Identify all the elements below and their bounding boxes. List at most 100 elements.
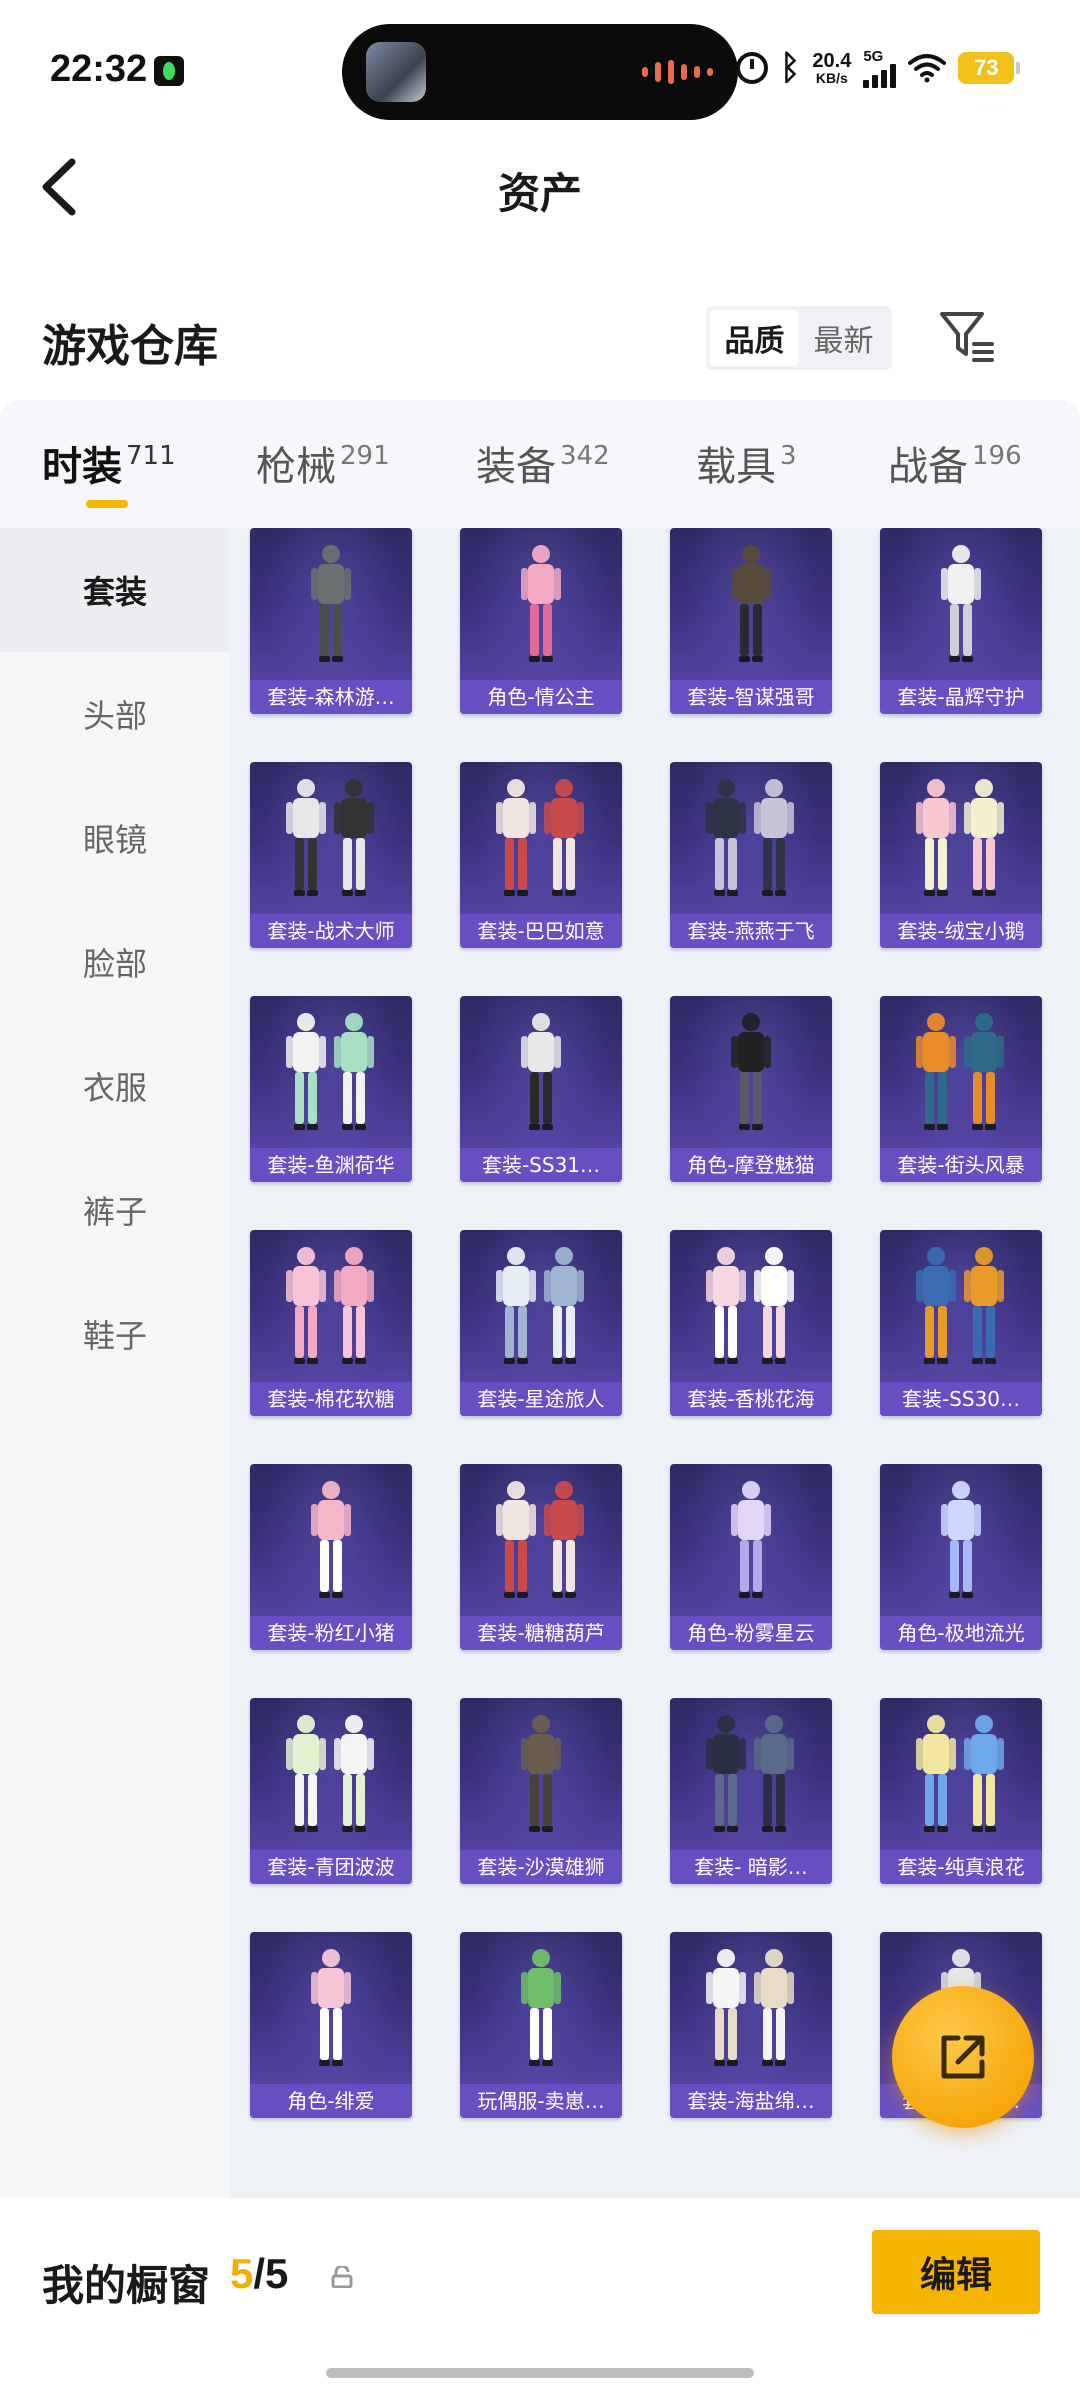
item-card[interactable]: 套装-沙漠雄狮 [460, 1698, 622, 1884]
outfit-thumbnail [311, 545, 351, 662]
item-label: 套装-粉红小猪 [250, 1616, 412, 1650]
item-card[interactable]: 套装-SS30… [880, 1230, 1042, 1416]
outfit-thumbnail [706, 1715, 794, 1832]
outfit-thumbnail [731, 1013, 771, 1130]
sort-toggle: 品质 最新 [706, 306, 892, 370]
side-item-shoes[interactable]: 鞋子 [0, 1272, 230, 1396]
side-nav: 套装 头部 眼镜 脸部 衣服 裤子 鞋子 [0, 528, 230, 2198]
tab-guns[interactable]: 枪械 291 [256, 434, 390, 492]
item-label: 套装-森林游… [250, 680, 412, 714]
share-button[interactable] [892, 1986, 1034, 2128]
showcase-current: 5 [230, 2250, 254, 2297]
page-title: 资产 [497, 169, 582, 218]
item-card[interactable]: 套装-星途旅人 [460, 1230, 622, 1416]
tab-label: 装备 [476, 444, 556, 490]
item-label: 套装-晶辉守护 [880, 680, 1042, 714]
tab-combat-gear[interactable]: 战备 196 [888, 434, 1022, 492]
item-card[interactable]: 套装-青团波波 [250, 1698, 412, 1884]
item-label: 套装-街头风暴 [880, 1148, 1042, 1182]
active-tab-indicator [86, 500, 128, 508]
item-card[interactable]: 角色-绯爱 [250, 1932, 412, 2118]
item-card[interactable]: 套装-街头风暴 [880, 996, 1042, 1182]
item-card[interactable]: 玩偶服-卖崽… [460, 1932, 622, 2118]
outfit-thumbnail [731, 545, 771, 662]
tab-vehicles[interactable]: 载具 3 [696, 434, 797, 492]
tab-count: 3 [780, 441, 797, 471]
item-card[interactable]: 角色-摩登魅猫 [670, 996, 832, 1182]
outfit-thumbnail [286, 779, 374, 896]
item-label: 套装-巴巴如意 [460, 914, 622, 948]
outfit-thumbnail [286, 1013, 374, 1130]
sort-option-quality[interactable]: 品质 [710, 310, 799, 366]
item-card[interactable]: 套装-香桃花海 [670, 1230, 832, 1416]
item-card[interactable]: 套装-智谋强哥 [670, 528, 832, 714]
item-card[interactable]: 套装-糖糖葫芦 [460, 1464, 622, 1650]
item-card[interactable]: 角色-情公主 [460, 528, 622, 714]
item-card[interactable]: 套装-战术大师 [250, 762, 412, 948]
tab-equipment[interactable]: 装备 342 [476, 434, 610, 492]
side-item-face[interactable]: 脸部 [0, 900, 230, 1024]
audio-wave-icon [642, 60, 713, 84]
item-label: 套装-香桃花海 [670, 1382, 832, 1416]
outfit-thumbnail [916, 1013, 1004, 1130]
home-indicator[interactable] [326, 2368, 754, 2378]
item-card[interactable]: 套装-纯真浪花 [880, 1698, 1042, 1884]
dynamic-island[interactable] [342, 24, 738, 120]
warehouse-row: 游戏仓库 品质 最新 [0, 290, 1080, 390]
showcase-separator: / [253, 2250, 266, 2297]
item-card[interactable]: 套装-粉红小猪 [250, 1464, 412, 1650]
item-card[interactable]: 套装-晶辉守护 [880, 528, 1042, 714]
item-label: 套装-纯真浪花 [880, 1850, 1042, 1884]
item-card[interactable]: 角色-极地流光 [880, 1464, 1042, 1650]
item-label: 角色-摩登魅猫 [670, 1148, 832, 1182]
item-card[interactable]: 套装-巴巴如意 [460, 762, 622, 948]
item-label: 套装-棉花软糖 [250, 1382, 412, 1416]
side-item-glasses[interactable]: 眼镜 [0, 776, 230, 900]
tab-count: 291 [340, 441, 390, 471]
item-card[interactable]: 套装-棉花软糖 [250, 1230, 412, 1416]
outfit-thumbnail [311, 1949, 351, 2066]
outfit-thumbnail [521, 1949, 561, 2066]
share-icon [941, 2035, 985, 2079]
item-card[interactable]: 角色-粉雾星云 [670, 1464, 832, 1650]
item-card[interactable]: 套装- 暗影… [670, 1698, 832, 1884]
status-time: 22:32 [50, 48, 148, 90]
wifi-icon [908, 54, 947, 83]
item-label: 角色-极地流光 [880, 1616, 1042, 1650]
outfit-thumbnail [706, 1949, 794, 2066]
item-card[interactable]: 套装-海盐绵… [670, 1932, 832, 2118]
side-item-outfit[interactable]: 套装 [0, 528, 230, 652]
outfit-thumbnail [521, 545, 561, 662]
content-area: 套装 头部 眼镜 脸部 衣服 裤子 鞋子 套装-森林游… 角色-情公主 套装-智谋强… [0, 528, 1080, 2198]
items-grid: 套装-森林游… 角色-情公主 套装-智谋强哥 套装-晶辉守护套装-战术大师 套装-巴巴如… [230, 528, 1080, 2198]
tab-fashion[interactable]: 时装 711 [42, 434, 176, 492]
sort-option-newest[interactable]: 最新 [799, 310, 888, 366]
bottom-bar: 我的橱窗 5/5 编辑 [0, 2198, 1080, 2400]
item-card[interactable]: 套装-燕燕于飞 [670, 762, 832, 948]
tab-label: 枪械 [256, 444, 336, 490]
outfit-thumbnail [286, 1715, 374, 1832]
tab-label: 载具 [696, 444, 776, 490]
side-item-pants[interactable]: 裤子 [0, 1148, 230, 1272]
edit-button[interactable]: 编辑 [872, 2230, 1040, 2314]
item-label: 角色-绯爱 [250, 2084, 412, 2118]
item-card[interactable]: 套装-SS31… [460, 996, 622, 1182]
item-label: 角色-粉雾星云 [670, 1616, 832, 1650]
item-label: 套装-沙漠雄狮 [460, 1850, 622, 1884]
filter-icon[interactable] [938, 308, 996, 364]
showcase-total: 5 [265, 2250, 289, 2297]
network-type: 5G [863, 47, 884, 65]
outfit-thumbnail [496, 779, 584, 896]
alarm-icon [736, 52, 768, 84]
item-card[interactable]: 套装-鱼渊荷华 [250, 996, 412, 1182]
item-card[interactable]: 套装-绒宝小鹅 [880, 762, 1042, 948]
outfit-thumbnail [521, 1715, 561, 1832]
item-card[interactable]: 套装-森林游… [250, 528, 412, 714]
side-item-head[interactable]: 头部 [0, 652, 230, 776]
item-label: 套装-青团波波 [250, 1850, 412, 1884]
music-app-icon [154, 56, 184, 86]
outfit-thumbnail [521, 1013, 561, 1130]
item-label: 套装-SS31… [460, 1148, 622, 1182]
item-label: 套装-智谋强哥 [670, 680, 832, 714]
side-item-clothes[interactable]: 衣服 [0, 1024, 230, 1148]
